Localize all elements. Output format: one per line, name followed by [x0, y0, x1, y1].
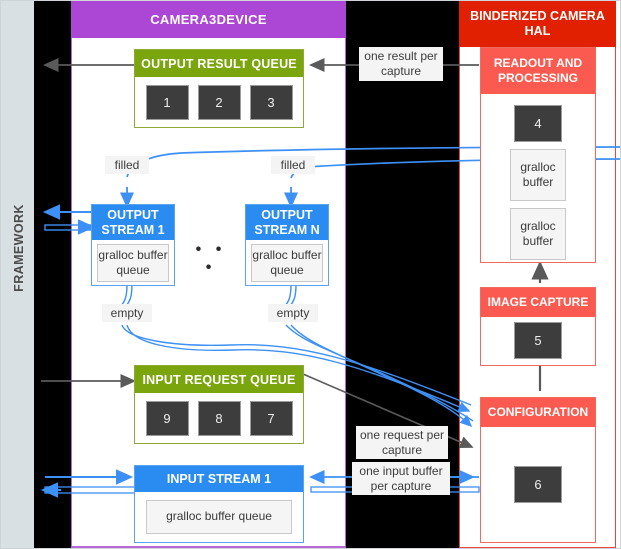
input-request-queue-title: INPUT REQUEST QUEUE: [135, 366, 303, 393]
image-capture-title: IMAGE CAPTURE: [481, 288, 595, 317]
configuration: CONFIGURATION 6: [480, 397, 596, 543]
gralloc-buffer: gralloc buffer: [510, 149, 566, 201]
input-request-queue: INPUT REQUEST QUEUE 9 8 7: [134, 365, 304, 444]
diagram-canvas: FRAMEWORK CAMERA3DEVICE BINDERIZED CAMER…: [0, 0, 621, 549]
gutter-left: [34, 1, 71, 548]
gralloc-buffer-queue: gralloc buffer queue: [97, 243, 169, 282]
chip: 1: [145, 84, 189, 120]
output-result-queue-chips: 1 2 3: [135, 77, 303, 127]
input-request-queue-chips: 9 8 7: [135, 393, 303, 443]
binderized-camera-hal-title: BINDERIZED CAMERA HAL: [459, 1, 616, 47]
camera3device-title: CAMERA3DEVICE: [71, 1, 346, 38]
chip: 8: [197, 400, 241, 436]
output-result-queue-title: OUTPUT RESULT QUEUE: [135, 50, 303, 77]
label-filled-stream1: filled: [105, 156, 149, 174]
configuration-title: CONFIGURATION: [481, 398, 595, 427]
label-empty-stream1: empty: [102, 304, 152, 322]
label-empty-streamn: empty: [268, 304, 318, 322]
label-one-input-buffer-per-capture: one input buffer per capture: [352, 462, 450, 495]
output-stream-1-title: OUTPUT STREAM 1: [92, 205, 174, 240]
gralloc-buffer: gralloc buffer: [510, 208, 566, 260]
label-one-request-per-capture: one request per capture: [356, 426, 448, 459]
input-stream-1-title: INPUT STREAM 1: [135, 466, 303, 492]
label-one-result-per-capture: one result per capture: [359, 47, 443, 81]
camera3device-column-bottom-edge: [71, 546, 346, 548]
chip: 5: [514, 322, 562, 359]
framework-label: FRAMEWORK: [12, 204, 26, 292]
chip: 6: [514, 465, 562, 503]
gralloc-buffer-queue: gralloc buffer queue: [146, 499, 292, 534]
output-result-queue: OUTPUT RESULT QUEUE 1 2 3: [134, 49, 304, 128]
chip: 2: [197, 84, 241, 120]
output-stream-n-title: OUTPUT STREAM N: [246, 205, 328, 240]
output-stream-1: OUTPUT STREAM 1 gralloc buffer queue: [91, 204, 175, 286]
chip: 3: [249, 84, 293, 120]
chip: 4: [514, 105, 562, 142]
output-stream-n: OUTPUT STREAM N gralloc buffer queue: [245, 204, 329, 286]
chip: 9: [145, 400, 189, 436]
ellipsis: • • •: [195, 241, 227, 276]
input-stream-1: INPUT STREAM 1 gralloc buffer queue: [134, 465, 304, 543]
gralloc-buffer-queue: gralloc buffer queue: [251, 243, 323, 282]
label-filled-streamn: filled: [271, 156, 315, 174]
image-capture: IMAGE CAPTURE 5: [480, 287, 596, 366]
readout-and-processing-title: READOUT AND PROCESSING: [481, 48, 595, 94]
chip: 7: [249, 400, 293, 436]
readout-and-processing: READOUT AND PROCESSING 4 gralloc buffer …: [480, 47, 596, 263]
